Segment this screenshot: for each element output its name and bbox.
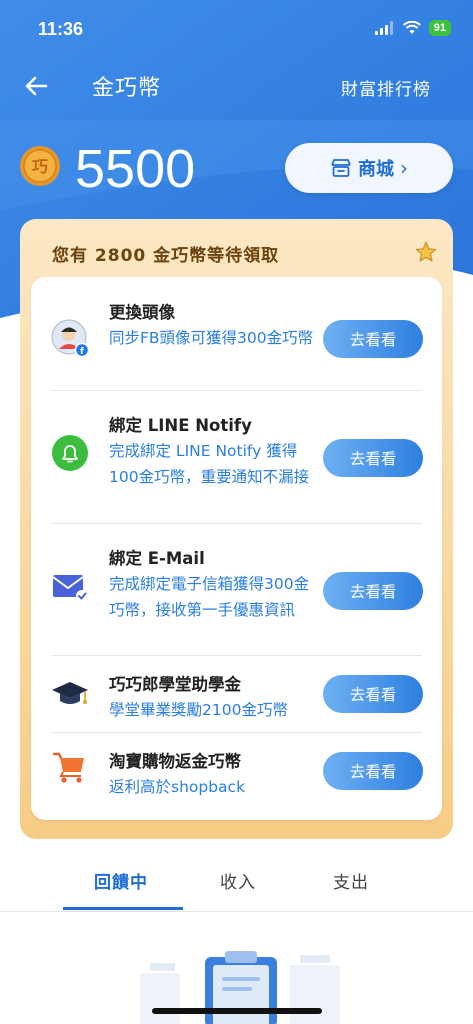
- shop-button-label: 商城: [358, 159, 394, 180]
- svg-text:f: f: [80, 347, 84, 357]
- navigation-bar: 金巧幣 財富排行榜: [0, 60, 473, 112]
- shop-button[interactable]: 商城 ›: [285, 143, 453, 193]
- tab-expense[interactable]: 支出: [333, 868, 369, 893]
- status-bar: 11:36 91: [0, 0, 473, 60]
- task-description: 學堂畢業獎勵2100金巧幣: [109, 701, 288, 719]
- go-see-button[interactable]: 去看看: [323, 675, 423, 713]
- home-indicator: [152, 1008, 322, 1014]
- wifi-icon: [402, 21, 421, 34]
- go-see-button[interactable]: 去看看: [323, 320, 423, 358]
- task-title: 淘寶購物返金巧幣: [109, 752, 241, 771]
- divider: [51, 732, 422, 733]
- transaction-tabs: 回饋中 收入 支出: [0, 856, 473, 912]
- graduation-cap-icon: [52, 682, 88, 704]
- task-description: 完成綁定 LINE Notify 獲得100金巧幣，重要通知不漏接: [109, 442, 310, 486]
- signal-icon: [374, 21, 393, 35]
- store-icon: [331, 159, 351, 177]
- shopping-cart-icon: [52, 752, 84, 783]
- reward-card: 您有 2800 金巧幣等待領取 f 更換頭像 同步FB頭像可獲得300金巧幣 去…: [20, 219, 453, 839]
- task-title: 綁定 LINE Notify: [109, 416, 252, 435]
- active-tab-indicator: [63, 907, 183, 910]
- task-title: 巧巧郎學堂助學金: [109, 675, 241, 694]
- wealth-ranking-link[interactable]: 財富排行榜: [341, 75, 431, 100]
- status-time: 11:36: [38, 19, 84, 39]
- page-title: 金巧幣: [92, 76, 162, 101]
- star-icon: [415, 241, 437, 262]
- coin-balance: 5500: [75, 139, 196, 199]
- tab-rebating[interactable]: 回饋中: [94, 868, 148, 893]
- go-see-button[interactable]: 去看看: [323, 439, 423, 477]
- task-description: 完成綁定電子信箱獲得300金巧幣，接收第一手優惠資訊: [109, 575, 310, 619]
- task-list: f 更換頭像 同步FB頭像可獲得300金巧幣 去看看 綁定 LINE Notif…: [31, 277, 442, 820]
- task-title: 綁定 E-Mail: [109, 549, 205, 568]
- go-see-button[interactable]: 去看看: [323, 572, 423, 610]
- task-description: 返利高於shopback: [109, 778, 246, 796]
- divider: [51, 655, 422, 656]
- tab-income[interactable]: 收入: [220, 868, 256, 893]
- bell-icon: [52, 435, 88, 471]
- task-title: 更換頭像: [109, 303, 175, 322]
- avatar-facebook-icon: f: [51, 319, 89, 357]
- divider: [51, 390, 422, 391]
- go-see-button[interactable]: 去看看: [323, 752, 423, 790]
- svg-text:巧: 巧: [32, 157, 48, 176]
- status-icons: 91: [374, 20, 451, 36]
- mail-check-icon: [52, 575, 88, 602]
- battery-indicator: 91: [428, 20, 451, 36]
- chevron-right-icon: ›: [400, 156, 408, 180]
- pending-coins-heading: 您有 2800 金巧幣等待領取: [52, 246, 280, 266]
- divider: [51, 523, 422, 524]
- task-description: 同步FB頭像可獲得300金巧幣: [109, 329, 314, 347]
- gold-coin-icon: 巧: [20, 146, 60, 186]
- back-arrow-icon[interactable]: [20, 70, 52, 102]
